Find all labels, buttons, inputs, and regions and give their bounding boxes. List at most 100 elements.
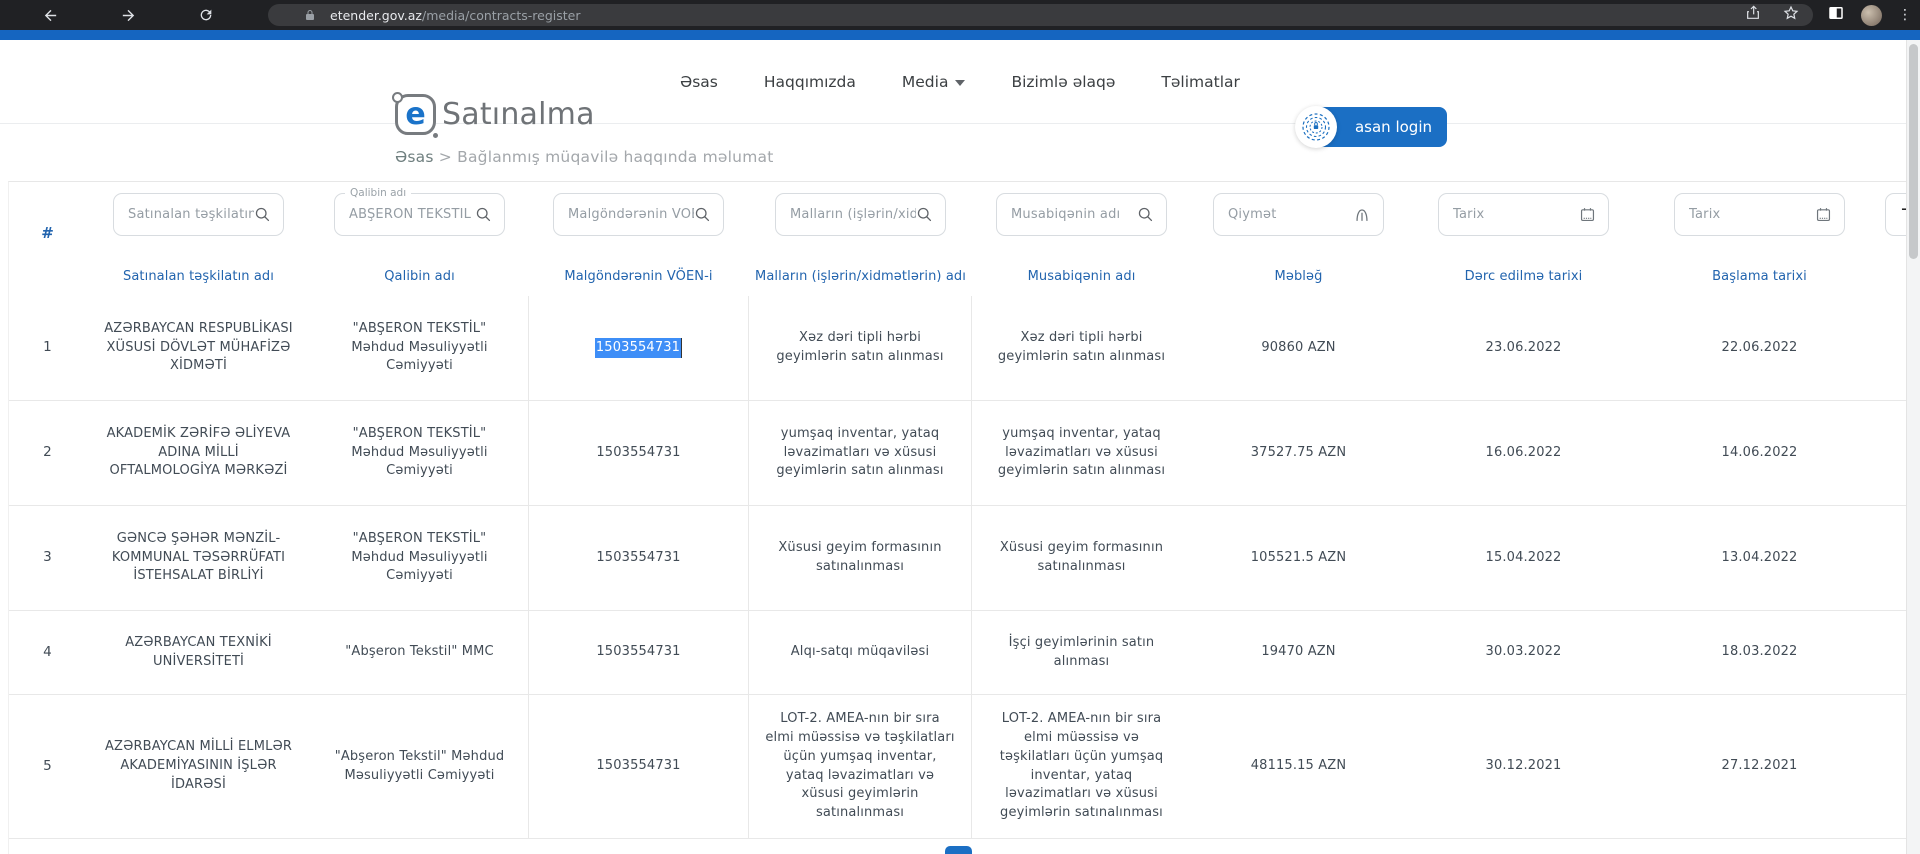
filter-placeholder: Malların (işlərin/xid... xyxy=(790,207,916,222)
table-row: 2 AKADEMİK ZƏRİFƏ ƏLİYEVA ADINA MİLLİ OF… xyxy=(9,401,1920,506)
nav-item-telimatlar[interactable]: Təlimatlar xyxy=(1161,73,1239,91)
cell-start-date: 22.06.2022 xyxy=(1641,296,1878,400)
table-row: 1 AZƏRBAYCAN RESPUBLİKASI XÜSUSİ DÖVLƏT … xyxy=(9,296,1920,401)
cell-published-date: 30.03.2022 xyxy=(1406,611,1641,694)
filter-placeholder: Musabiqənin adı xyxy=(1011,207,1137,222)
pagination-page-button[interactable] xyxy=(945,846,972,854)
filter-satinalan-input[interactable]: Satınalan təşkilatın ... xyxy=(113,193,284,236)
cell-winner: "ABŞERON TEKSTİL" Məhdud Məsuliyyətli Cə… xyxy=(311,296,528,400)
lock-icon xyxy=(304,8,316,22)
page: etender.gov.az/media/contracts-register … xyxy=(0,0,1920,854)
filter-placeholder: Qiymət xyxy=(1228,207,1353,222)
filter-tarix-end-input[interactable]: Tarix xyxy=(1674,193,1845,236)
cell-tender: LOT-2. AMEA-nın bir sıra elmi müəssisə v… xyxy=(972,695,1191,838)
asan-login-label: asan login xyxy=(1355,118,1432,136)
filter-mallarin-input[interactable]: Malların (işlərin/xid... xyxy=(775,193,946,236)
search-icon[interactable] xyxy=(254,206,271,223)
search-icon[interactable] xyxy=(916,206,933,223)
cell-goods: Xüsusi geyim formasının satınalınması xyxy=(749,506,972,610)
breadcrumb: Əsas > Bağlanmış müqavilə haqqında məlum… xyxy=(395,148,773,166)
cell-voen: 1503554731 xyxy=(528,401,749,505)
cell-start-date: 14.06.2022 xyxy=(1641,401,1878,505)
filter-value: ABŞERON TEKSTİL xyxy=(349,207,475,222)
cell-start-date: 27.12.2021 xyxy=(1641,695,1878,838)
filter-placeholder: Tarix xyxy=(1689,207,1815,222)
search-icon[interactable] xyxy=(475,206,492,223)
cell-tender: İşçi geyimlərinin satın alınması xyxy=(972,611,1191,694)
cell-start-date: 18.03.2022 xyxy=(1641,611,1878,694)
url-bar[interactable]: etender.gov.az/media/contracts-register xyxy=(268,4,1813,26)
cell-goods: Xəz dəri tipli hərbi geyimlərin satın al… xyxy=(749,296,972,400)
cell-voen: 1503554731 xyxy=(528,506,749,610)
cell-amount: 19470 AZN xyxy=(1191,611,1406,694)
cell-amount: 37527.75 AZN xyxy=(1191,401,1406,505)
url-path: /media/contracts-register xyxy=(422,8,581,23)
table-row: 4 AZƏRBAYCAN TEXNİKİ UNİVERSİTETİ "Abşer… xyxy=(9,611,1920,695)
cell-start-date: 13.04.2022 xyxy=(1641,506,1878,610)
nav-item-haqqimizda[interactable]: Haqqımızda xyxy=(764,73,856,91)
calendar-icon[interactable] xyxy=(1579,206,1596,223)
filter-musabiqe-input[interactable]: Musabiqənin adı xyxy=(996,193,1167,236)
table-header-row: Satınalan təşkilatın adı Qalibin adı Mal… xyxy=(9,256,1920,296)
cell-row-number: 3 xyxy=(9,506,86,610)
share-icon[interactable] xyxy=(1745,5,1761,25)
browser-toolbar: etender.gov.az/media/contracts-register … xyxy=(0,0,1920,30)
cell-org: AZƏRBAYCAN MİLLİ ELMLƏR AKADEMİYASININ İ… xyxy=(86,695,311,838)
column-header: Malgöndərənin VÖEN-i xyxy=(528,256,749,296)
cell-winner: "ABŞERON TEKSTİL" Məhdud Məsuliyyətli Cə… xyxy=(311,506,528,610)
cell-winner: "Abşeron Tekstil" Məhdud Məsuliyyətli Cə… xyxy=(311,695,528,838)
back-icon[interactable] xyxy=(36,1,64,29)
cell-amount: 105521.5 AZN xyxy=(1191,506,1406,610)
cell-tender: Xəz dəri tipli hərbi geyimlərin satın al… xyxy=(972,296,1191,400)
breadcrumb-current: Bağlanmış müqavilə haqqında məlumat xyxy=(457,148,773,166)
column-header: Başlama tarixi xyxy=(1641,256,1878,296)
cell-goods: LOT-2. AMEA-nın bir sıra elmi müəssisə v… xyxy=(749,695,972,838)
table-row: 5 AZƏRBAYCAN MİLLİ ELMLƏR AKADEMİYASININ… xyxy=(9,695,1920,839)
nav-item-bizimle-elaqe[interactable]: Bizimlə əlaqə xyxy=(1011,73,1115,91)
cell-org: GƏNCƏ ŞƏHƏR MƏNZİL-KOMMUNAL TƏSƏRRÜFATI … xyxy=(86,506,311,610)
search-icon[interactable] xyxy=(694,206,711,223)
column-header: Məbləğ xyxy=(1191,256,1406,296)
column-header: Musabiqənin adı xyxy=(972,256,1191,296)
profile-avatar[interactable] xyxy=(1861,5,1882,26)
asan-emblem-icon xyxy=(1295,106,1337,148)
calendar-icon[interactable] xyxy=(1815,206,1832,223)
column-header: Satınalan təşkilatın adı xyxy=(86,256,311,296)
cell-tender: Xüsusi geyim formasının satınalınması xyxy=(972,506,1191,610)
satinalma-logo[interactable]: e Satınalma xyxy=(395,94,595,135)
breadcrumb-home-link[interactable]: Əsas xyxy=(395,148,434,166)
nav-item-esas[interactable]: Əsas xyxy=(680,73,718,91)
cell-winner: "Abşeron Tekstil" MMC xyxy=(311,611,528,694)
scrollbar-thumb[interactable] xyxy=(1909,44,1918,259)
filter-tarix-start-input[interactable]: Tarix xyxy=(1438,193,1609,236)
site-header: e Satınalma Əsas Haqqımızda Media Biziml… xyxy=(0,40,1920,124)
cell-voen: 1503554731 xyxy=(528,695,749,838)
asan-login-button[interactable]: asan login xyxy=(1295,106,1447,148)
contracts-register-table: # Satınalan təşkilatın ... Qalibin adı A… xyxy=(8,181,1920,854)
filter-qalibin-adi-input[interactable]: Qalibin adı ABŞERON TEKSTİL xyxy=(334,193,505,236)
cell-published-date: 23.06.2022 xyxy=(1406,296,1641,400)
column-header: Malların (işlərin/xidmətlərin) adı xyxy=(749,256,972,296)
filter-placeholder: Tarix xyxy=(1453,207,1579,222)
cell-amount: 48115.15 AZN xyxy=(1191,695,1406,838)
vertical-scrollbar[interactable] xyxy=(1906,40,1920,854)
filter-floating-label: Qalibin adı xyxy=(345,187,411,199)
side-panel-icon[interactable] xyxy=(1827,4,1845,26)
row-number-column-header: # xyxy=(9,182,86,256)
bookmark-star-icon[interactable] xyxy=(1783,5,1799,25)
cell-winner: "ABŞERON TEKSTİL" Məhdud Məsuliyyətli Cə… xyxy=(311,401,528,505)
reload-icon[interactable] xyxy=(192,1,220,29)
cell-voen: 1503554731 xyxy=(528,296,749,400)
search-icon[interactable] xyxy=(1137,206,1154,223)
filter-voen-input[interactable]: Malgöndərənin VÖE... xyxy=(553,193,724,236)
cell-org: AZƏRBAYCAN RESPUBLİKASI XÜSUSİ DÖVLƏT MÜ… xyxy=(86,296,311,400)
filter-qiymet-input[interactable]: Qiymət xyxy=(1213,193,1384,236)
forward-icon[interactable] xyxy=(114,1,142,29)
manat-icon xyxy=(1353,206,1371,224)
nav-item-media[interactable]: Media xyxy=(902,73,966,91)
filter-placeholder: Satınalan təşkilatın ... xyxy=(128,207,254,222)
cell-published-date: 16.06.2022 xyxy=(1406,401,1641,505)
menu-dots-icon[interactable]: ⋮ xyxy=(1898,7,1912,23)
logo-e-icon: e xyxy=(395,94,436,135)
selected-text: 1503554731 xyxy=(595,338,682,359)
